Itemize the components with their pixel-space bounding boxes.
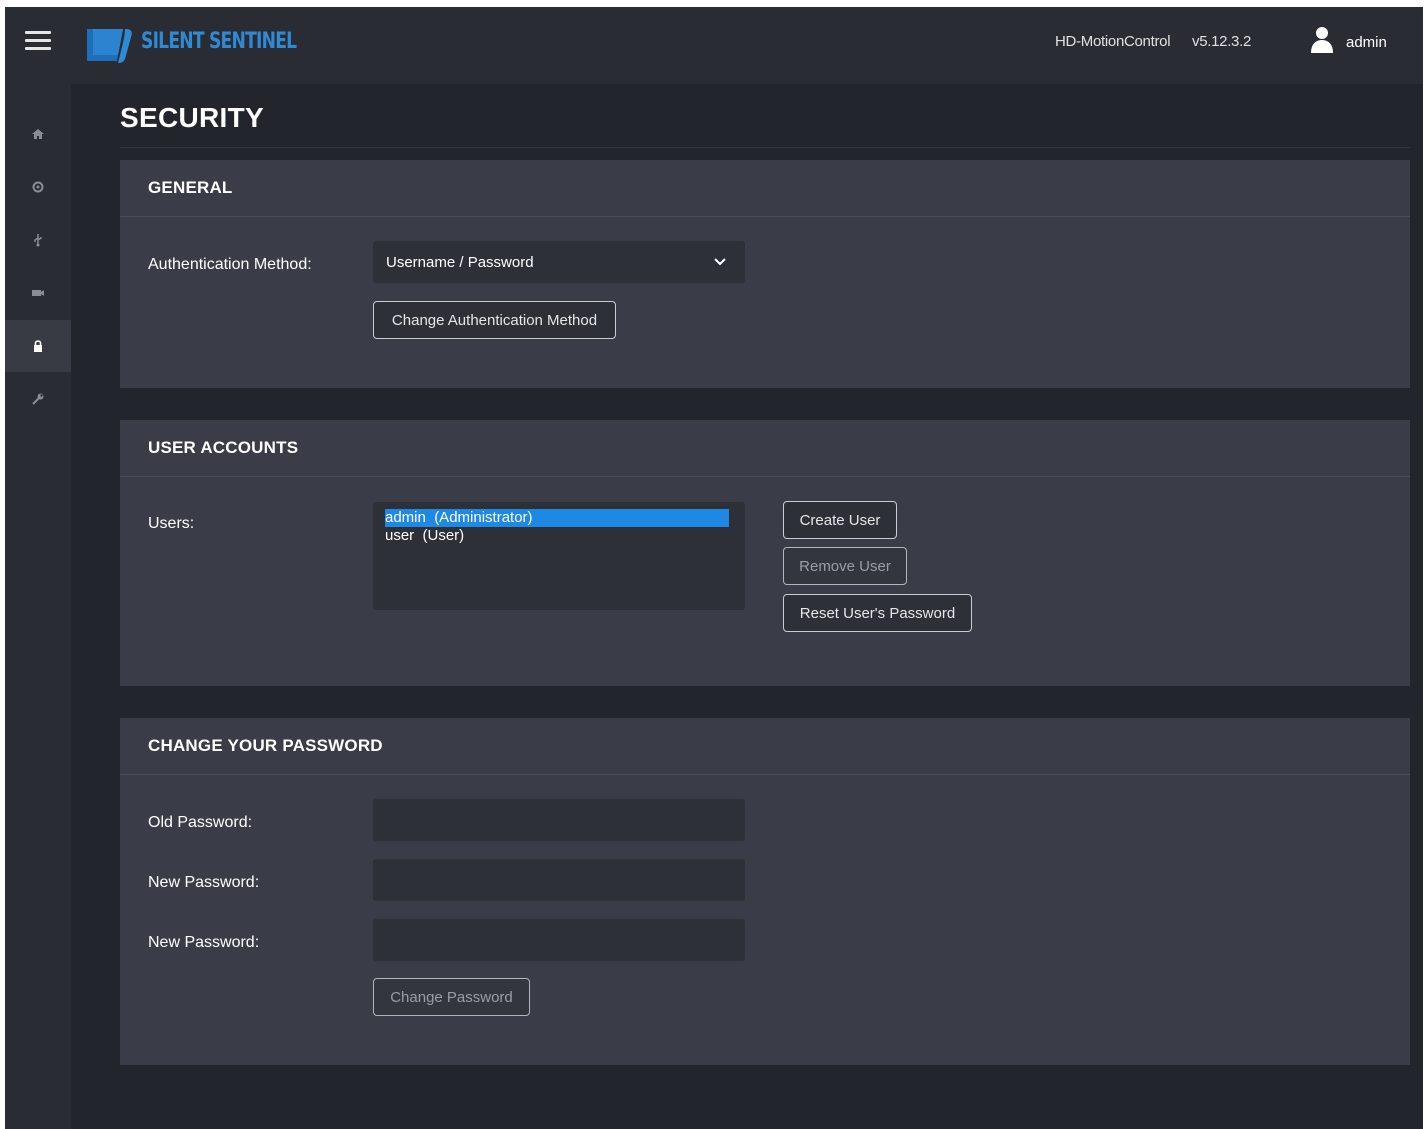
remove-user-button[interactable]: Remove User	[783, 547, 907, 585]
version-label: v5.12.3.2	[1192, 33, 1252, 50]
create-user-button[interactable]: Create User	[783, 501, 897, 539]
auth-method-value: Username / Password	[386, 253, 534, 271]
sidebar-item-camera[interactable]	[5, 267, 71, 319]
change-auth-method-button[interactable]: Change Authentication Method	[373, 301, 616, 339]
divider	[120, 216, 1410, 217]
usb-icon	[34, 234, 42, 247]
new-password-label: New Password:	[148, 874, 260, 891]
user-accounts-header: USER ACCOUNTS	[148, 438, 299, 457]
sidebar-item-security[interactable]	[5, 320, 71, 372]
logo-mark-icon	[87, 29, 132, 63]
menu-icon[interactable]	[25, 31, 51, 51]
logo-text: SILENT SENTINEL	[141, 29, 297, 54]
list-item[interactable]: admin (Administrator)	[385, 509, 729, 527]
title-divider	[120, 147, 1410, 148]
general-header: GENERAL	[148, 178, 233, 197]
confirm-password-field[interactable]	[373, 919, 745, 961]
change-password-header: CHANGE YOUR PASSWORD	[148, 736, 383, 755]
camera-icon	[32, 290, 44, 296]
user-icon[interactable]	[1310, 26, 1334, 54]
sidebar-item-usb[interactable]	[5, 214, 71, 266]
reset-password-button[interactable]: Reset User's Password	[783, 594, 972, 632]
general-panel: GENERAL Authentication Method: Username …	[120, 160, 1410, 388]
user-name[interactable]: admin	[1346, 34, 1387, 51]
list-item[interactable]: user (User)	[385, 527, 729, 545]
chevron-down-icon	[714, 258, 726, 266]
user-accounts-panel: USER ACCOUNTS Users: admin (Administrato…	[120, 420, 1410, 686]
page-title: SECURITY	[120, 102, 264, 133]
change-password-button[interactable]: Change Password	[373, 978, 530, 1016]
confirm-password-label: New Password:	[148, 934, 260, 951]
sidebar-item-settings[interactable]	[5, 161, 71, 213]
home-icon	[32, 129, 44, 139]
top-bar: SILENT SENTINEL HD-MotionControl v5.12.3…	[5, 7, 1423, 84]
new-password-field[interactable]	[373, 859, 745, 901]
change-password-panel: CHANGE YOUR PASSWORD Old Password: New P…	[120, 718, 1410, 1065]
app-name: HD-MotionControl	[1055, 33, 1171, 50]
app-window: SILENT SENTINEL HD-MotionControl v5.12.3…	[5, 7, 1423, 1129]
old-password-label: Old Password:	[148, 814, 253, 831]
divider	[120, 476, 1410, 477]
wrench-icon	[32, 393, 44, 405]
users-listbox[interactable]: admin (Administrator) user (User)	[373, 502, 745, 610]
divider	[120, 774, 1410, 775]
sidebar-item-tools[interactable]	[5, 373, 71, 425]
gear-icon	[32, 181, 44, 193]
old-password-field[interactable]	[373, 799, 745, 841]
sidebar	[5, 84, 71, 1129]
logo: SILENT SENTINEL	[87, 25, 297, 65]
auth-method-label: Authentication Method:	[148, 256, 312, 273]
users-label: Users:	[148, 515, 195, 532]
sidebar-item-home[interactable]	[5, 108, 71, 160]
auth-method-select[interactable]: Username / Password	[373, 241, 745, 283]
lock-icon	[34, 340, 42, 352]
